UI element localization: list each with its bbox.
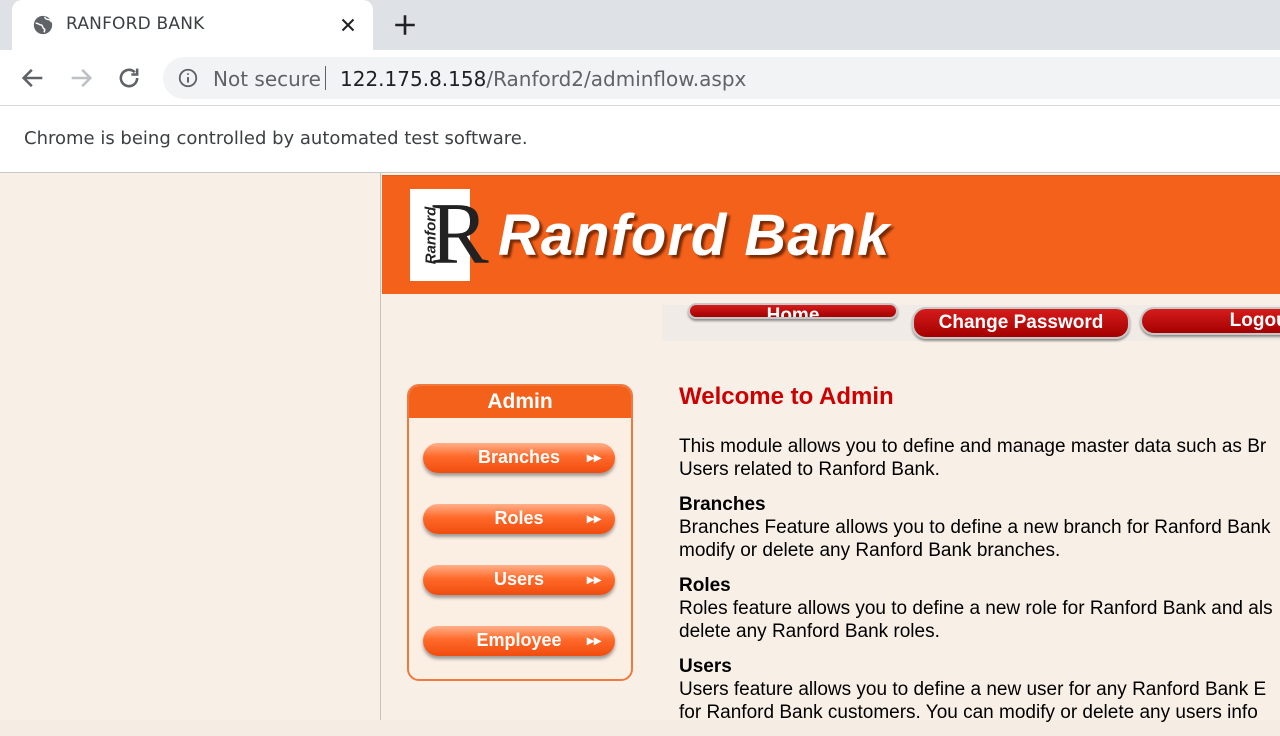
- logout-button[interactable]: Logout: [1140, 307, 1280, 335]
- double-chevron-right-icon: ▸▸: [586, 632, 601, 648]
- roles-label: Roles: [494, 508, 544, 528]
- section-line: Branches Feature allows you to define a …: [679, 517, 1271, 538]
- section-line: modify or delete any Ranford Bank branch…: [679, 540, 1061, 561]
- infobar-text: Chrome is being controlled by automated …: [24, 128, 528, 149]
- users-button[interactable]: Users ▸▸: [423, 565, 615, 595]
- browser-tab[interactable]: RANFORD BANK: [12, 0, 373, 50]
- page-viewport: Ranford R Ranford Bank Home Change Passw…: [0, 173, 1280, 723]
- security-label: Not secure: [213, 67, 321, 91]
- bank-name: Ranford Bank: [498, 203, 891, 268]
- address-bar[interactable]: Not secure 122.175.8.158/Ranford2/adminf…: [163, 57, 1280, 99]
- employee-label: Employee: [476, 630, 562, 650]
- section-title-users: Users: [679, 656, 732, 677]
- section-text-roles: Roles feature allows you to define a new…: [679, 597, 1280, 643]
- change-password-label: Change Password: [938, 312, 1104, 333]
- bank-banner: Ranford R Ranford Bank: [382, 175, 1280, 294]
- branches-button[interactable]: Branches ▸▸: [423, 443, 615, 473]
- top-navigation: Home Change Password Logout: [662, 303, 1280, 341]
- admin-menu: Admin Branches ▸▸ Roles ▸▸ Users ▸▸ Empl…: [407, 384, 633, 681]
- url-text[interactable]: 122.175.8.158/Ranford2/adminflow.aspx: [340, 67, 746, 91]
- section-title-branches: Branches: [679, 494, 766, 515]
- users-label: Users: [493, 569, 545, 589]
- change-password-button[interactable]: Change Password: [912, 307, 1130, 339]
- left-margin-column: [0, 173, 381, 720]
- new-tab-icon[interactable]: [392, 12, 418, 38]
- logout-label: Logout: [1229, 310, 1280, 331]
- bank-logo: Ranford R: [410, 189, 489, 281]
- forward-arrow-icon[interactable]: [67, 64, 95, 92]
- browser-toolbar: Not secure 122.175.8.158/Ranford2/adminf…: [0, 50, 1280, 106]
- section-line: delete any Ranford Bank roles.: [679, 621, 940, 642]
- intro-text: This module allows you to define and man…: [679, 435, 1280, 481]
- tab-strip: RANFORD BANK: [0, 0, 1280, 50]
- logo-letter: R: [430, 186, 489, 283]
- close-tab-icon[interactable]: [337, 14, 359, 36]
- reload-icon[interactable]: [115, 64, 143, 92]
- admin-menu-title: Admin: [409, 386, 631, 418]
- section-line: Users feature allows you to define a new…: [679, 679, 1267, 700]
- url-host: 122.175.8.158: [340, 67, 487, 91]
- double-chevron-right-icon: ▸▸: [586, 571, 601, 587]
- home-label: Home: [766, 305, 820, 319]
- omnibox-divider: [325, 66, 326, 90]
- roles-button[interactable]: Roles ▸▸: [423, 504, 615, 534]
- home-button[interactable]: Home: [688, 303, 898, 319]
- double-chevron-right-icon: ▸▸: [586, 510, 601, 526]
- section-title-roles: Roles: [679, 575, 731, 596]
- branches-label: Branches: [477, 447, 561, 467]
- info-icon[interactable]: [177, 67, 199, 89]
- intro-line-2: Users related to Ranford Bank.: [679, 459, 940, 480]
- back-arrow-icon[interactable]: [19, 64, 47, 92]
- main-content: Welcome to Admin This module allows you …: [679, 383, 1280, 736]
- automation-infobar: Chrome is being controlled by automated …: [0, 106, 1280, 173]
- double-chevron-right-icon: ▸▸: [586, 449, 601, 465]
- section-text-users: Users feature allows you to define a new…: [679, 678, 1280, 724]
- employee-button[interactable]: Employee ▸▸: [423, 626, 615, 656]
- url-path: /Ranford2/adminflow.aspx: [486, 67, 747, 91]
- section-text-branches: Branches Feature allows you to define a …: [679, 516, 1280, 562]
- globe-icon: [33, 15, 53, 35]
- page-title: Welcome to Admin: [679, 383, 894, 410]
- section-line: Roles feature allows you to define a new…: [679, 598, 1273, 619]
- intro-line-1: This module allows you to define and man…: [679, 436, 1267, 457]
- tab-title: RANFORD BANK: [66, 14, 205, 34]
